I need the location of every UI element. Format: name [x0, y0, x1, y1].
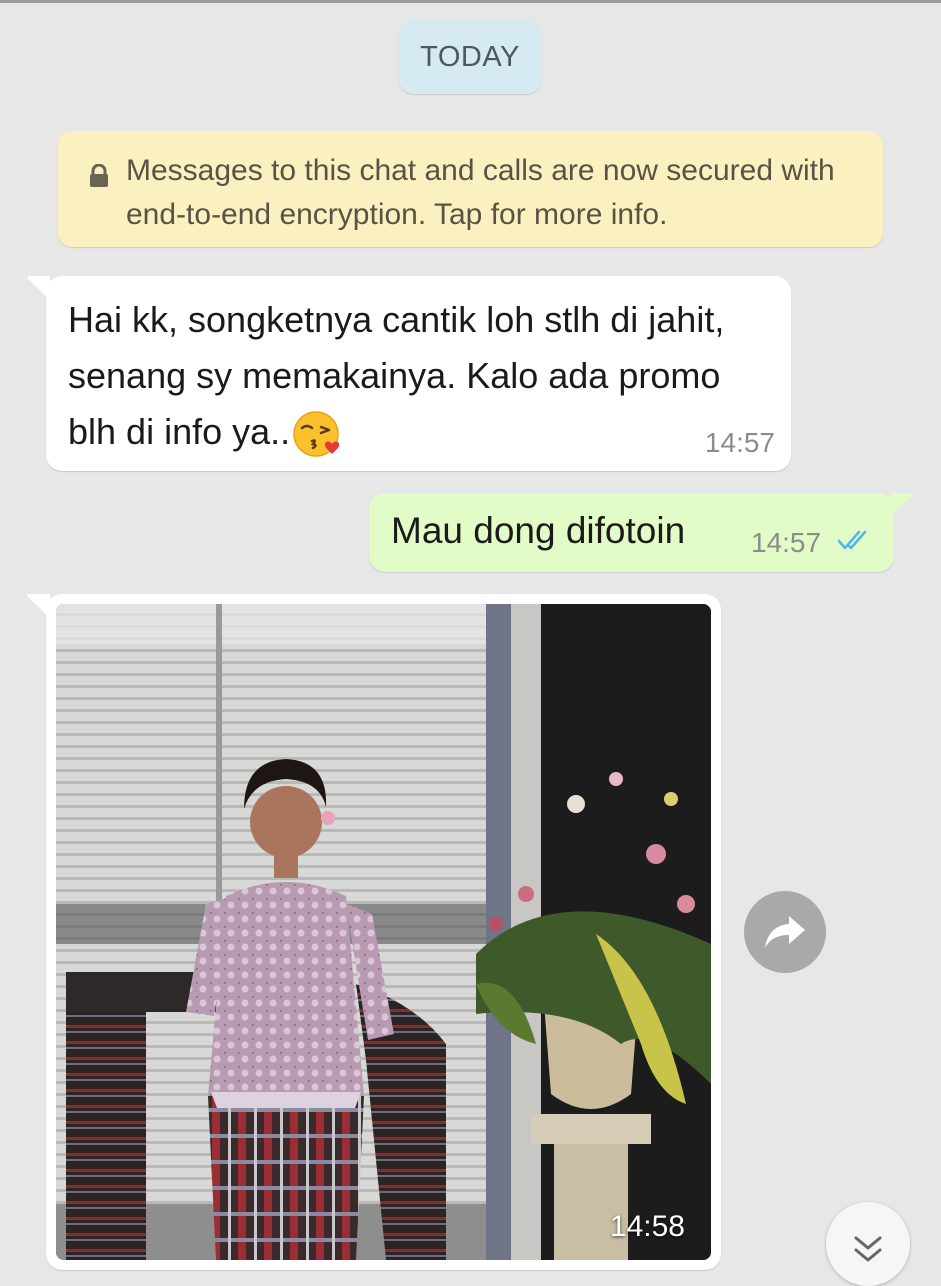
message-text: Hai kk, songketnya cantik loh stlh di ja… — [68, 299, 725, 452]
message-time: 14:57 — [751, 527, 822, 558]
message-text-container: Hai kk, songketnya cantik loh stlh di ja… — [68, 292, 748, 460]
double-chevron-down-icon — [854, 1236, 882, 1262]
date-chip: TODAY — [399, 20, 541, 94]
lock-icon — [90, 164, 108, 187]
forward-button[interactable] — [744, 891, 826, 973]
bubble-tail — [890, 493, 913, 517]
date-label: TODAY — [420, 40, 520, 73]
kissing-face-with-heart-icon — [293, 411, 340, 458]
share-arrow-icon — [765, 916, 805, 948]
bubble-tail — [27, 594, 50, 618]
double-check-icon — [837, 530, 867, 550]
message-time: 14:58 — [609, 1210, 685, 1243]
top-divider — [0, 0, 941, 3]
incoming-message[interactable]: Hai kk, songketnya cantik loh stlh di ja… — [27, 276, 791, 471]
encryption-notice-text: Messages to this chat and calls are now … — [126, 154, 835, 231]
scroll-down-button[interactable] — [826, 1202, 910, 1286]
outgoing-message[interactable]: Mau dong difotoin 14:57 — [369, 493, 913, 572]
encryption-notice[interactable]: Messages to this chat and calls are now … — [58, 131, 883, 247]
photo[interactable]: 14:58 — [56, 604, 711, 1260]
incoming-image-message[interactable]: 14:58 — [27, 594, 721, 1270]
message-time: 14:57 — [704, 427, 775, 458]
message-text: Mau dong difotoin — [391, 510, 686, 551]
bubble-tail — [27, 276, 50, 300]
photo-image — [56, 604, 711, 1260]
